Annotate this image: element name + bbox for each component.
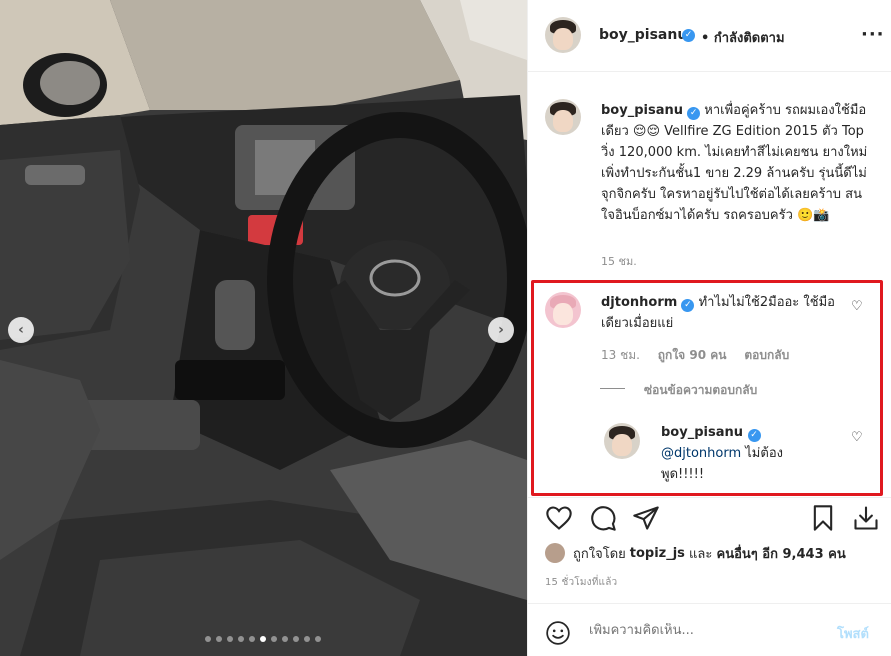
carousel-dot — [205, 636, 211, 642]
more-dots-icon[interactable]: ··· — [861, 24, 885, 45]
liked-by-middle: และ — [684, 546, 717, 562]
reply-username-row: boy_pisanu ✓ — [661, 425, 761, 442]
carousel-dot — [260, 636, 266, 642]
comment: djtonhorm ✓ ทำไมไม่ใช้2มืออะ ใช้มือเดียว… — [601, 292, 841, 334]
verified-icon: ✓ — [687, 107, 701, 120]
reply-text: @djtonhorm ไม่ต้องพูด!!!!! — [661, 443, 811, 485]
liker-avatar[interactable] — [545, 543, 565, 563]
post-caption: boy_pisanu ✓ หาเพื่อคู่คร้าบ รถผมเองใช้ม… — [601, 100, 873, 226]
car-interior-image — [0, 0, 527, 656]
post-header: boy_pisanu ✓ • กำลังติดตาม ··· — [528, 0, 891, 72]
caption-time[interactable]: 15 ชม. — [601, 252, 637, 270]
bookmark-icon[interactable] — [809, 504, 837, 532]
heart-icon[interactable] — [545, 504, 573, 532]
carousel-dot — [315, 636, 321, 642]
hide-replies-line — [600, 388, 625, 389]
carousel-prev-button[interactable]: ‹ — [8, 317, 34, 343]
comment-input[interactable] — [589, 623, 809, 638]
comment-icon[interactable] — [589, 504, 617, 532]
comment-meta: 13 ชม. ถูกใจ 90 คน ตอบกลับ — [601, 346, 803, 365]
liked-by-row: ถูกใจโดย topiz_js และ คนอื่นๆ อีก 9,443 … — [545, 542, 846, 564]
liked-by-user[interactable]: topiz_js — [630, 546, 685, 561]
liked-by-others[interactable]: คนอื่นๆ อีก 9,443 คน — [717, 543, 846, 564]
reply-avatar[interactable] — [604, 423, 640, 459]
comment-likes[interactable]: ถูกใจ 90 คน — [658, 348, 727, 362]
heart-outline-icon[interactable]: ♡ — [851, 299, 863, 314]
carousel-dot — [216, 636, 222, 642]
carousel-dot — [238, 636, 244, 642]
post-photo[interactable]: ‹ › — [0, 0, 527, 656]
verified-icon: ✓ — [681, 299, 695, 312]
post-comment-button[interactable]: โพสต์ — [837, 623, 869, 644]
carousel-next-button[interactable]: › — [488, 317, 514, 343]
verified-icon: ✓ — [747, 429, 761, 442]
carousel-dot — [271, 636, 277, 642]
comment-username[interactable]: djtonhorm — [601, 295, 677, 310]
caption-text: หาเพื่อคู่คร้าบ รถผมเองใช้มือเดียว 😌😌 Ve… — [601, 103, 868, 223]
carousel-dot — [304, 636, 310, 642]
carousel-dot — [227, 636, 233, 642]
download-icon[interactable] — [852, 504, 880, 532]
commenter-avatar[interactable] — [545, 292, 581, 328]
caption-avatar[interactable] — [545, 99, 581, 135]
follow-status[interactable]: • กำลังติดตาม — [701, 27, 785, 48]
post-timestamp[interactable]: 15 ชั่วโมงที่แล้ว — [545, 575, 617, 590]
share-icon[interactable] — [632, 504, 660, 532]
author-avatar[interactable] — [545, 17, 581, 53]
heart-outline-icon[interactable]: ♡ — [851, 430, 863, 445]
comment-time[interactable]: 13 ชม. — [601, 348, 640, 362]
emoji-icon[interactable] — [545, 620, 571, 646]
carousel-dot — [249, 636, 255, 642]
liked-by-prefix: ถูกใจโดย — [573, 546, 626, 562]
hide-replies-button[interactable]: ซ่อนข้อความตอบกลับ — [644, 381, 757, 400]
reply-username[interactable]: boy_pisanu — [661, 425, 743, 440]
author-username[interactable]: boy_pisanu — [599, 27, 687, 43]
carousel-dots — [205, 636, 321, 642]
caption-username[interactable]: boy_pisanu — [601, 103, 683, 118]
carousel-dot — [293, 636, 299, 642]
reply-mention[interactable]: @djtonhorm — [661, 446, 741, 461]
verified-icon: ✓ — [682, 29, 695, 42]
action-bar — [528, 497, 891, 537]
post-panel: boy_pisanu ✓ • กำลังติดตาม ··· boy_pisan… — [527, 0, 891, 656]
carousel-dot — [282, 636, 288, 642]
comment-bar: โพสต์ — [528, 603, 891, 656]
reply-button[interactable]: ตอบกลับ — [744, 348, 789, 362]
